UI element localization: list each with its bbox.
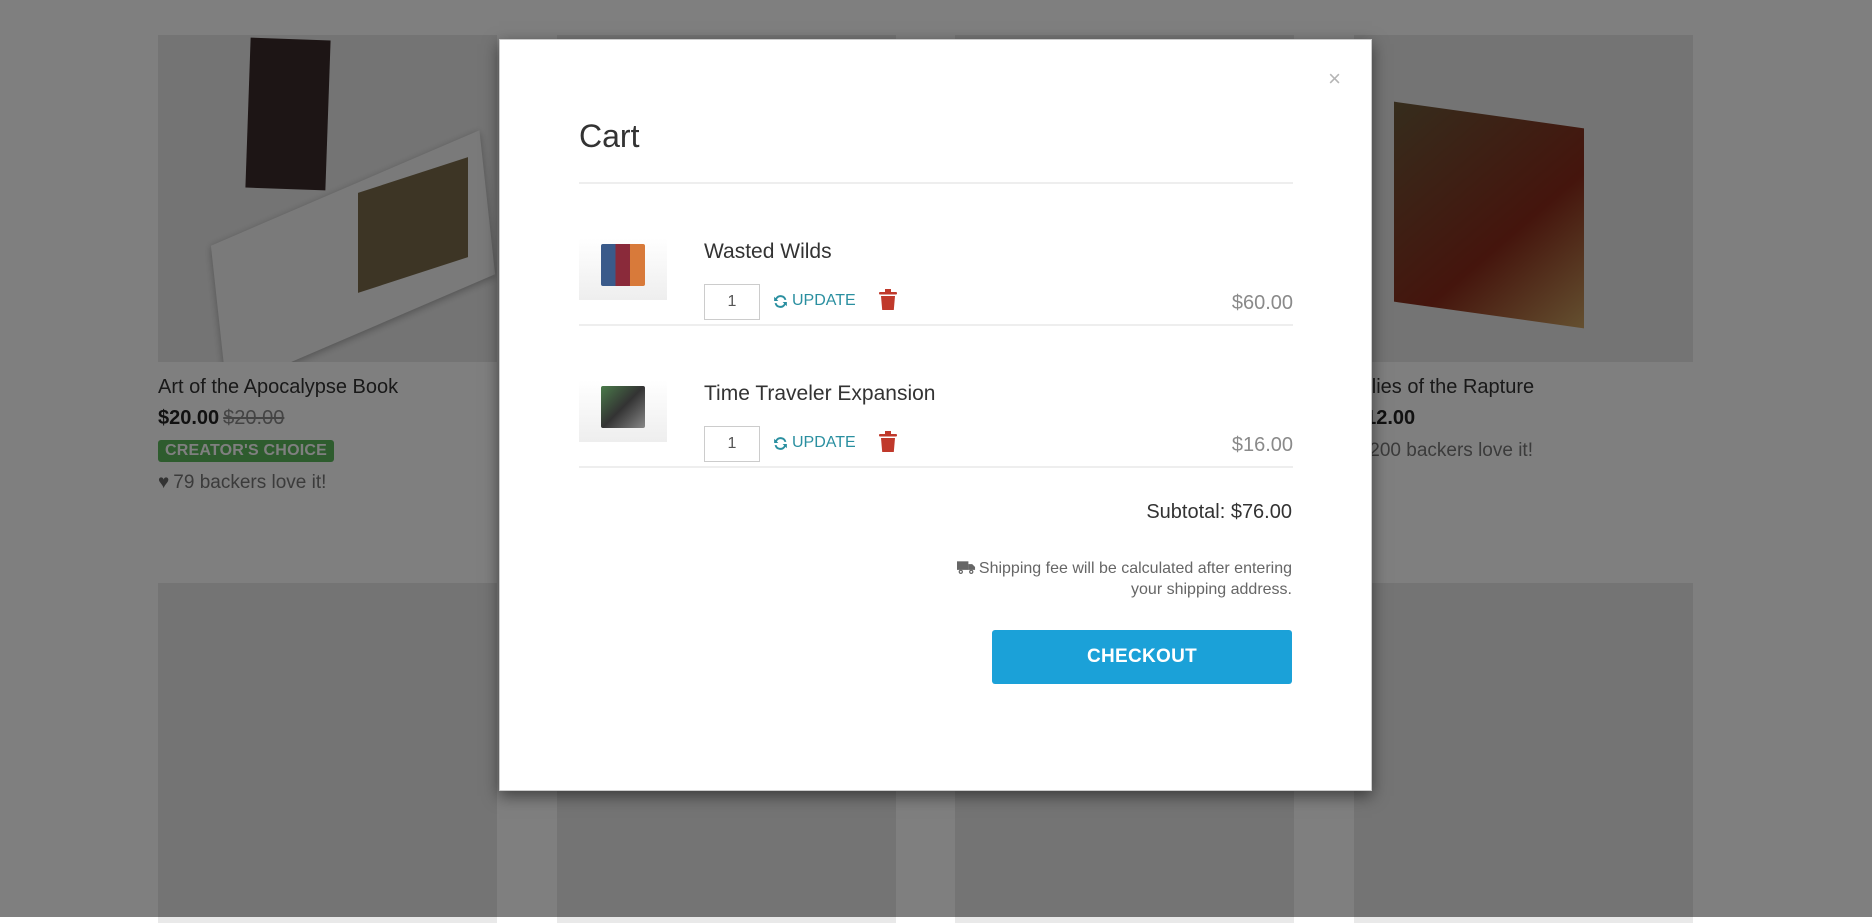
trash-icon[interactable] bbox=[879, 289, 897, 311]
subtotal: Subtotal: $76.00 bbox=[1146, 501, 1292, 523]
quantity-input[interactable] bbox=[704, 284, 760, 320]
close-icon[interactable]: × bbox=[1328, 68, 1341, 90]
divider bbox=[579, 466, 1293, 468]
modal-title: Cart bbox=[579, 118, 640, 154]
item-price: $60.00 bbox=[1231, 292, 1293, 314]
item-price: $16.00 bbox=[1231, 434, 1293, 456]
shipping-note: Shipping fee will be calculated after en… bbox=[932, 558, 1292, 600]
item-thumbnail bbox=[579, 238, 667, 300]
cart-item: Wasted Wilds UPDATE $60.00 bbox=[579, 210, 1293, 350]
update-button[interactable]: UPDATE bbox=[772, 292, 856, 310]
item-thumbnail bbox=[579, 380, 667, 442]
update-label: UPDATE bbox=[792, 292, 856, 309]
update-label: UPDATE bbox=[792, 434, 856, 451]
divider bbox=[579, 182, 1293, 184]
truck-icon bbox=[956, 561, 975, 574]
divider bbox=[579, 324, 1293, 326]
update-button[interactable]: UPDATE bbox=[772, 434, 856, 452]
checkout-button[interactable]: CHECKOUT bbox=[992, 630, 1292, 684]
cart-item: Time Traveler Expansion UPDATE $16.00 bbox=[579, 352, 1293, 492]
item-name: Wasted Wilds bbox=[704, 240, 832, 263]
refresh-icon bbox=[774, 294, 787, 308]
refresh-icon bbox=[774, 436, 787, 450]
quantity-input[interactable] bbox=[704, 426, 760, 462]
cart-modal: × Cart Wasted Wilds UPDATE $60.00 Time T… bbox=[499, 39, 1372, 791]
trash-icon[interactable] bbox=[879, 431, 897, 453]
item-name: Time Traveler Expansion bbox=[704, 382, 936, 405]
